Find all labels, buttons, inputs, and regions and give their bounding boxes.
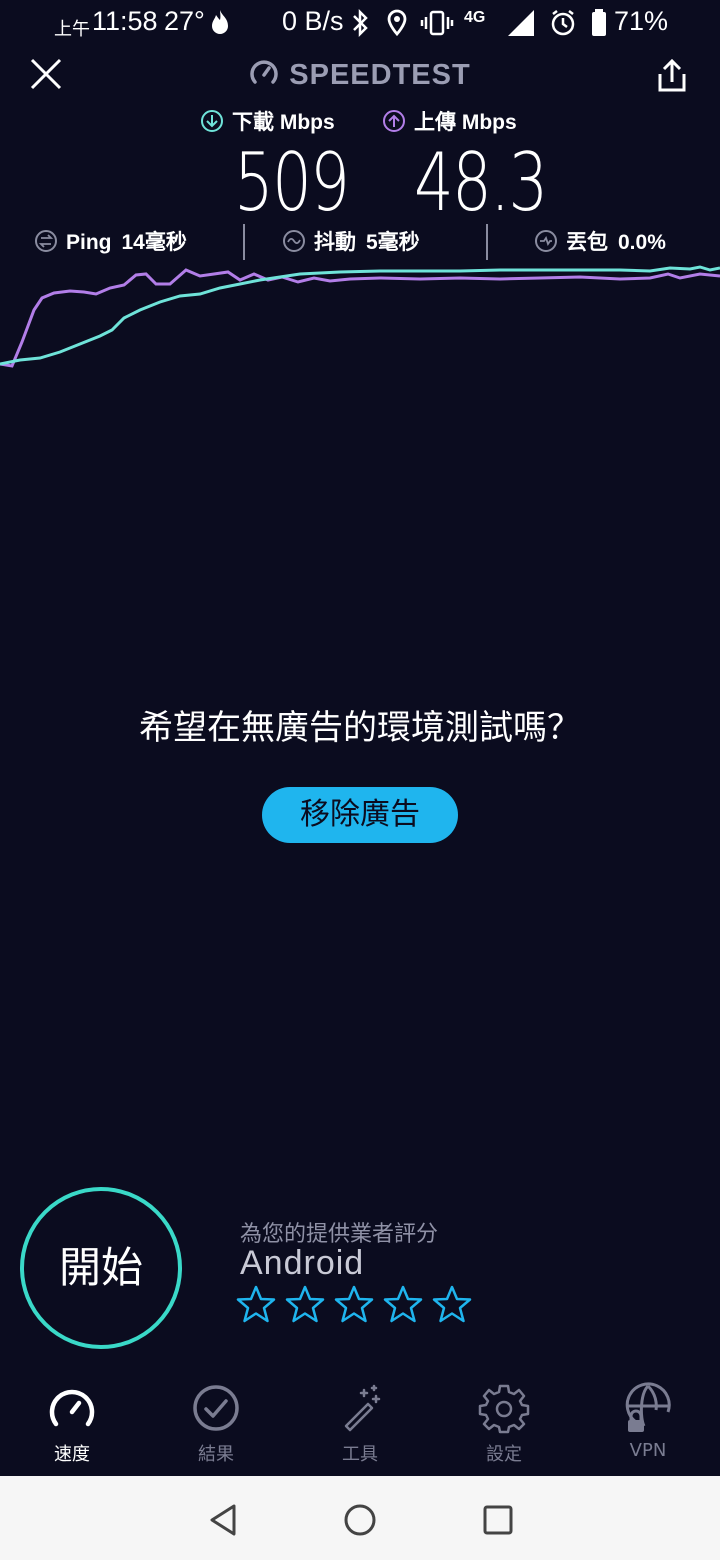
remove-ads-prompt: 希望在無廣告的環境測試嗎？ bbox=[139, 708, 581, 748]
star-1-icon[interactable] bbox=[236, 1284, 278, 1324]
download-speed-line bbox=[0, 265, 720, 366]
system-navigation-bar bbox=[0, 1476, 720, 1560]
nav-tab-results[interactable]: 結果 bbox=[144, 1372, 288, 1472]
back-button[interactable] bbox=[204, 1500, 244, 1540]
battery-icon bbox=[590, 8, 608, 42]
status-network-type: 4G bbox=[464, 9, 486, 26]
recents-button[interactable] bbox=[478, 1500, 518, 1540]
packet-loss-icon bbox=[535, 230, 557, 252]
location-icon bbox=[386, 8, 408, 42]
vibrate-icon bbox=[420, 8, 454, 42]
nav-tab-speed[interactable]: 速度 bbox=[0, 1372, 144, 1472]
gauge-icon bbox=[249, 58, 279, 92]
download-arrow-icon bbox=[201, 110, 223, 132]
stats-divider bbox=[243, 224, 245, 260]
star-2-icon[interactable] bbox=[285, 1284, 327, 1324]
flame-icon bbox=[206, 8, 234, 42]
star-4-icon[interactable] bbox=[383, 1284, 425, 1324]
check-circle-icon bbox=[193, 1385, 239, 1431]
nav-tab-settings[interactable]: 設定 bbox=[432, 1372, 576, 1472]
speedtest-logo: SPEEDTEST bbox=[0, 58, 720, 92]
ping-stat: Ping 14毫秒 bbox=[34, 226, 187, 256]
status-time: 11:58 bbox=[92, 6, 158, 36]
download-speed-value: 509 bbox=[234, 136, 350, 229]
download-label: 下載 Mbps bbox=[200, 106, 335, 136]
upload-speed-value: 48.3 bbox=[414, 136, 548, 229]
remove-ads-button[interactable]: 移除廣告 bbox=[262, 787, 458, 843]
share-icon bbox=[658, 58, 686, 92]
bottom-nav: 速度 結果 工具 設定 VPN bbox=[0, 1372, 720, 1476]
ping-icon bbox=[35, 230, 57, 252]
stats-row: Ping 14毫秒 抖動 5毫秒 丟包 0.0% bbox=[0, 224, 720, 260]
upload-arrow-icon bbox=[383, 110, 405, 132]
rating-stars bbox=[236, 1284, 481, 1324]
alarm-icon bbox=[548, 8, 578, 42]
packet-loss-stat: 丟包 0.0% bbox=[534, 226, 666, 256]
recents-icon bbox=[483, 1505, 513, 1535]
speed-graph bbox=[0, 265, 720, 368]
jitter-stat: 抖動 5毫秒 bbox=[282, 226, 420, 256]
home-icon bbox=[344, 1504, 376, 1536]
jitter-icon bbox=[283, 230, 305, 252]
bluetooth-icon bbox=[350, 8, 370, 42]
signal-icon bbox=[506, 8, 536, 42]
share-button[interactable] bbox=[654, 58, 694, 98]
nav-tab-tools[interactable]: 工具 bbox=[288, 1372, 432, 1472]
star-5-icon[interactable] bbox=[432, 1284, 474, 1324]
vpn-globe-lock-icon bbox=[625, 1382, 671, 1432]
star-3-icon[interactable] bbox=[334, 1284, 376, 1324]
back-icon bbox=[210, 1504, 236, 1536]
status-bar: 上午 11:58 27° 0 B/s 4G 71% bbox=[0, 0, 720, 48]
nav-tab-vpn[interactable]: VPN bbox=[576, 1372, 720, 1472]
status-temperature: 27° bbox=[164, 6, 205, 36]
app-title: SPEEDTEST bbox=[289, 59, 471, 91]
home-button[interactable] bbox=[340, 1500, 380, 1540]
status-battery: 71% bbox=[614, 6, 669, 36]
status-ampm: 上午 bbox=[54, 19, 90, 39]
upload-speed-line bbox=[0, 268, 720, 368]
start-test-button[interactable]: 開始 bbox=[20, 1187, 182, 1349]
status-net-speed: 0 B/s bbox=[282, 6, 344, 36]
speedometer-icon bbox=[49, 1389, 95, 1427]
magic-wand-icon bbox=[344, 1384, 381, 1432]
stats-divider bbox=[486, 224, 488, 260]
provider-name: Android bbox=[240, 1244, 365, 1282]
upload-label: 上傳 Mbps bbox=[382, 106, 517, 136]
gear-icon bbox=[478, 1384, 530, 1434]
